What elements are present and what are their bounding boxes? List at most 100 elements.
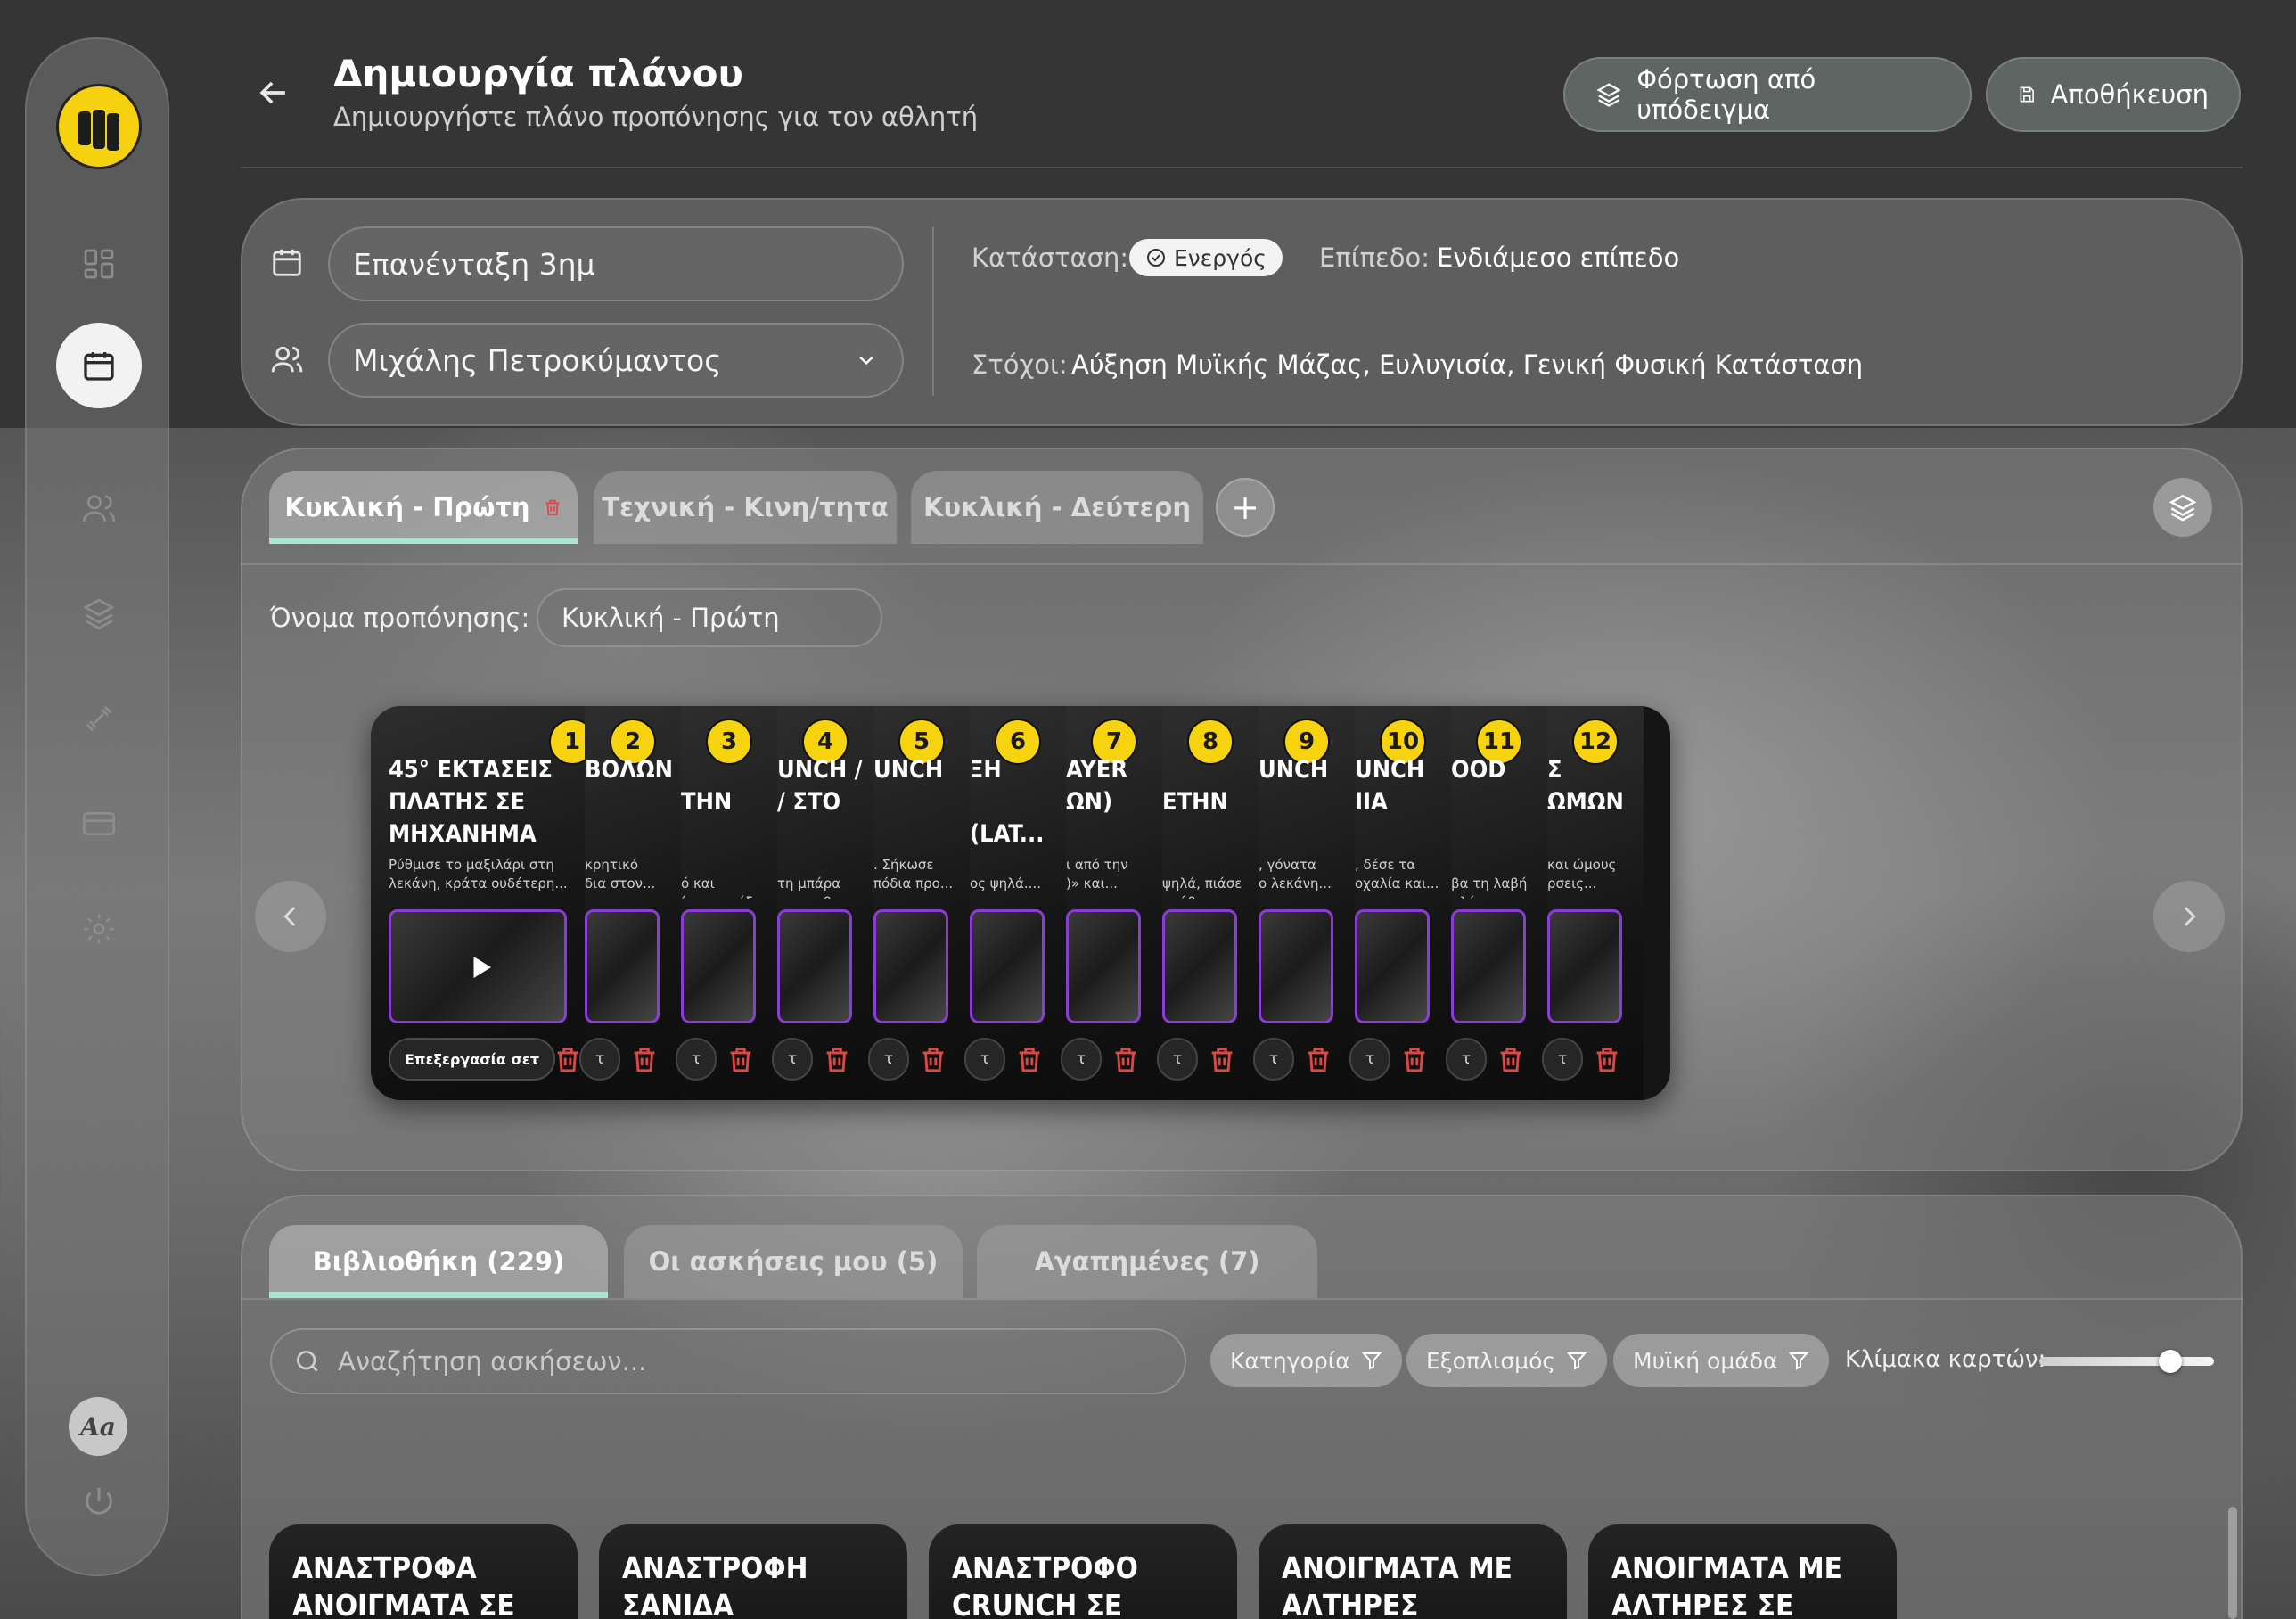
font-size-toggle[interactable]: Aa bbox=[69, 1397, 127, 1456]
sets-tag[interactable]: τ bbox=[676, 1038, 717, 1081]
muscle-group-filter-button[interactable]: Μυϊκή ομάδα bbox=[1613, 1334, 1830, 1387]
exercise-video[interactable] bbox=[1451, 909, 1526, 1023]
sets-tag[interactable]: τ bbox=[772, 1038, 813, 1081]
exercise-card[interactable]: 12 Σ ΩΜΩΝ και ώμους ρσεις... τ bbox=[1542, 706, 1644, 1100]
exercise-video[interactable] bbox=[1355, 909, 1430, 1023]
delete-icon[interactable] bbox=[726, 1043, 756, 1075]
active-tab-underline bbox=[269, 538, 578, 544]
exercise-video[interactable] bbox=[681, 909, 756, 1023]
tab-favorites[interactable]: Αγαπημένες (7) bbox=[977, 1225, 1317, 1298]
users-icon[interactable] bbox=[72, 481, 126, 535]
exercise-card[interactable]: 2 ΒΟΛΩΝ κρητικό δια στον... τ bbox=[579, 706, 681, 1100]
athlete-select[interactable]: Μιχάλης Πετροκύμαντος bbox=[328, 323, 904, 398]
load-template-button[interactable]: Φόρτωση από υπόδειγμα bbox=[1563, 57, 1972, 132]
exercise-video[interactable] bbox=[970, 909, 1045, 1023]
next-arrow-button[interactable] bbox=[2153, 881, 2225, 952]
exercise-card[interactable]: 3 THN ό και ίσω σε τόξ...τ bbox=[676, 706, 777, 1100]
workout-name-input[interactable]: Κυκλική - Πρώτη bbox=[537, 588, 882, 647]
exercise-title: UNCH / / ΣΤΟ bbox=[777, 756, 863, 816]
delete-icon[interactable] bbox=[1592, 1043, 1622, 1075]
app-logo[interactable] bbox=[56, 84, 142, 169]
category-filter-button[interactable]: Κατηγορία bbox=[1210, 1334, 1402, 1387]
card-scale-slider[interactable] bbox=[2039, 1357, 2214, 1366]
exercise-card[interactable]: 8 ETHN ψηλά, πιάσε τράβα σε...τ bbox=[1157, 706, 1259, 1100]
dashboard-icon[interactable] bbox=[72, 237, 126, 291]
tab-my-exercises[interactable]: Οι ασκήσεις μου (5) bbox=[624, 1225, 963, 1298]
back-arrow-icon[interactable] bbox=[254, 73, 293, 112]
exercise-video[interactable] bbox=[777, 909, 852, 1023]
library-exercise-card[interactable]: ΑΝΟΙΓΜΑΤΑ ΜΕ ΑΛΤΗΡΕΣ ΣΕ ΜΠΑΛΑ bbox=[1588, 1524, 1897, 1619]
exercise-card[interactable]: 4UNCH / / ΣΤΟ τη μπάρα τη σταθερ...τ bbox=[772, 706, 873, 1100]
active-tab-underline bbox=[269, 1292, 608, 1298]
layers-icon[interactable] bbox=[2153, 478, 2212, 537]
exercise-title: UNCH ΙΙΑ bbox=[1355, 756, 1425, 816]
tab-workout-2[interactable]: Τεχνική - Κινη/τητα bbox=[594, 471, 897, 544]
delete-icon[interactable] bbox=[553, 1043, 583, 1075]
delete-icon[interactable] bbox=[1496, 1043, 1526, 1075]
layers-icon[interactable] bbox=[72, 587, 126, 640]
header-divider bbox=[241, 167, 2243, 168]
exercise-card[interactable]: 9 UNCH, γόνατα ο λεκάνη... τ bbox=[1253, 706, 1355, 1100]
exercise-video[interactable] bbox=[1547, 909, 1622, 1023]
library-exercise-card[interactable]: ΑΝΟΙΓΜΑΤΑ ΜΕ ΑΛΤΗΡΕΣ bbox=[1259, 1524, 1567, 1619]
credit-card-icon[interactable] bbox=[72, 797, 126, 851]
sets-tag[interactable]: τ bbox=[1349, 1038, 1390, 1081]
add-workout-button[interactable]: + bbox=[1216, 478, 1275, 537]
dumbbell-icon[interactable] bbox=[72, 692, 126, 745]
delete-icon[interactable] bbox=[1207, 1043, 1237, 1075]
exercise-description: ι από την )» και... bbox=[1066, 857, 1128, 892]
sets-tag[interactable]: τ bbox=[579, 1038, 620, 1081]
library-exercise-card[interactable]: ΑΝΑΣΤΡΟΦΟ CRUNCH ΣΕ bbox=[929, 1524, 1237, 1619]
tab-workout-1[interactable]: Κυκλική - Πρώτη bbox=[269, 471, 578, 544]
prev-arrow-button[interactable] bbox=[255, 881, 326, 952]
sets-tag[interactable]: τ bbox=[1253, 1038, 1294, 1081]
exercise-card[interactable]: 7 AYER ΩN) ι από την )» και... τ bbox=[1061, 706, 1162, 1100]
exercise-video[interactable] bbox=[1162, 909, 1237, 1023]
sets-tag[interactable]: τ bbox=[1542, 1038, 1583, 1081]
sets-tag[interactable]: τ bbox=[1157, 1038, 1198, 1081]
exercise-strip: 1 45° ΕΚΤΑΣΕΙΣ ΠΛΑΤΗΣ ΣΕ ΜΗΧΑΝΗΜΑ Ρύθμισε … bbox=[371, 706, 1670, 1100]
delete-icon[interactable] bbox=[543, 497, 562, 518]
plan-name-input[interactable]: Επανένταξη 3ημ bbox=[328, 226, 904, 301]
tab-library[interactable]: Βιβλιοθήκη (229) bbox=[269, 1225, 608, 1298]
gear-icon[interactable] bbox=[72, 902, 126, 956]
sets-tag[interactable]: τ bbox=[1446, 1038, 1487, 1081]
exercise-video[interactable] bbox=[1066, 909, 1141, 1023]
exercise-description: , δέσε τα οχαλία και... bbox=[1355, 857, 1439, 892]
calendar-icon[interactable] bbox=[56, 323, 142, 408]
search-input[interactable]: Αναζήτηση ασκήσεων... bbox=[338, 1346, 646, 1377]
save-button[interactable]: Αποθήκευση bbox=[1986, 57, 2241, 132]
delete-icon[interactable] bbox=[629, 1043, 660, 1075]
library-exercise-card[interactable]: ΑΝΑΣΤΡΟΦΗ ΣΑΝΙΔΑ ΜΕ ΛΥΓΙΣΜΕΝΑ bbox=[599, 1524, 907, 1619]
sets-tag[interactable]: τ bbox=[1061, 1038, 1102, 1081]
sets-tag[interactable]: τ bbox=[868, 1038, 909, 1081]
exercise-card[interactable]: 5 UNCH. Σήκωσε πόδια προ... τ bbox=[868, 706, 970, 1100]
exercise-video[interactable] bbox=[1259, 909, 1333, 1023]
sets-tag[interactable]: τ bbox=[964, 1038, 1005, 1081]
library-exercise-card[interactable]: ΑΝΑΣΤΡΟΦΑ ΑΝΟΙΓΜΑΤΑ ΣΕ bbox=[269, 1524, 578, 1619]
tab-my-exercises-label: Οι ασκήσεις μου (5) bbox=[648, 1246, 939, 1277]
exercise-card[interactable]: 1 45° ΕΚΤΑΣΕΙΣ ΠΛΑΤΗΣ ΣΕ ΜΗΧΑΝΗΜΑ Ρύθμισε … bbox=[371, 706, 595, 1100]
power-icon[interactable] bbox=[72, 1475, 126, 1528]
exercise-description: τη μπάρα τη σταθερ... bbox=[777, 875, 860, 899]
delete-icon[interactable] bbox=[1399, 1043, 1430, 1075]
delete-icon[interactable] bbox=[822, 1043, 852, 1075]
exercise-card[interactable]: 11ΟΟD βα τη λαβή ηλά σε...τ bbox=[1446, 706, 1547, 1100]
exercise-card[interactable]: 10 UNCH ΙΙΑ, δέσε τα οχαλία και... τ bbox=[1349, 706, 1451, 1100]
exercise-video[interactable] bbox=[389, 909, 567, 1023]
tab-workout-3[interactable]: Κυκλική - Δεύτερη bbox=[911, 471, 1203, 544]
slider-handle[interactable] bbox=[2159, 1350, 2182, 1373]
play-icon[interactable] bbox=[464, 951, 496, 983]
filter-icon bbox=[1361, 1352, 1382, 1370]
delete-icon[interactable] bbox=[918, 1043, 948, 1075]
equipment-filter-button[interactable]: Εξοπλισμός bbox=[1406, 1334, 1608, 1387]
scrollbar[interactable] bbox=[2228, 1507, 2237, 1619]
edit-sets-button[interactable]: Επεξεργασία σετ bbox=[389, 1038, 556, 1081]
exercise-card[interactable]: 6 ΞΗ (LAT... ος ψηλά.... τ bbox=[964, 706, 1066, 1100]
exercise-video[interactable] bbox=[585, 909, 660, 1023]
delete-icon[interactable] bbox=[1303, 1043, 1333, 1075]
delete-icon[interactable] bbox=[1111, 1043, 1141, 1075]
exercise-video[interactable] bbox=[873, 909, 948, 1023]
delete-icon[interactable] bbox=[1014, 1043, 1045, 1075]
search-field[interactable]: Αναζήτηση ασκήσεων... bbox=[270, 1328, 1186, 1394]
